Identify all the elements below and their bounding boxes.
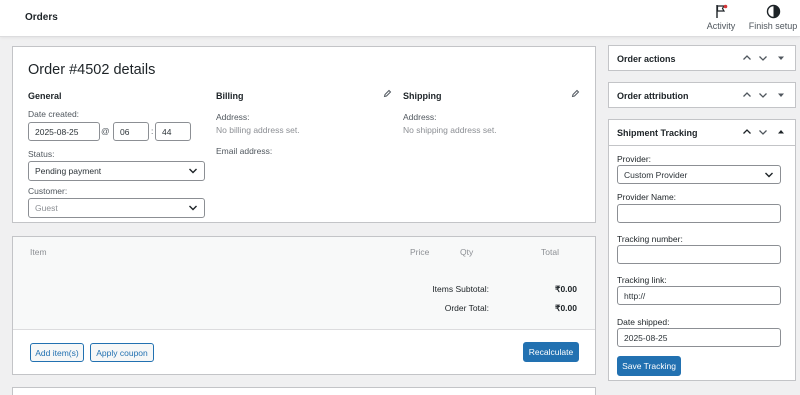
move-up-icon[interactable] [741, 126, 753, 138]
column-price: Price [410, 247, 430, 257]
status-select[interactable]: Pending payment [28, 161, 205, 181]
add-items-button[interactable]: Add item(s) [30, 343, 84, 362]
move-down-icon[interactable] [757, 89, 769, 101]
date-shipped-input[interactable]: 2025-08-25 [617, 328, 781, 347]
flag-icon [716, 4, 728, 18]
chevron-down-icon [189, 168, 197, 174]
shipment-tracking-box: Shipment Tracking Provider: Custom Provi… [608, 119, 796, 381]
customer-select[interactable]: Guest [28, 198, 205, 218]
billing-address-label: Address: [216, 112, 250, 122]
order-total-value: ₹0.00 [555, 303, 577, 313]
hour-input[interactable]: 06 [113, 122, 149, 141]
chevron-down-icon [765, 172, 773, 177]
time-colon: : [151, 126, 154, 136]
move-down-icon[interactable] [757, 52, 769, 64]
page-title: Orders [25, 12, 58, 23]
tracking-number-label: Tracking number: [617, 234, 683, 244]
order-heading: Order #4502 details [28, 62, 156, 78]
finish-setup-button[interactable]: Finish setup [748, 4, 798, 31]
minute-input[interactable]: 44 [155, 122, 191, 141]
date-created-input[interactable]: 2025-08-25 [28, 122, 100, 141]
tracking-link-label: Tracking link: [617, 275, 667, 285]
toggle-triangle-down-icon[interactable] [775, 52, 787, 64]
column-total: Total [541, 247, 559, 257]
progress-ring-icon [766, 4, 780, 19]
order-attribution-box[interactable]: Order attribution [608, 82, 796, 108]
billing-heading: Billing [216, 91, 244, 101]
column-qty: Qty [460, 247, 474, 257]
provider-name-label: Provider Name: [617, 192, 677, 202]
order-attribution-title: Order attribution [617, 91, 689, 101]
activity-button[interactable]: Activity [702, 4, 740, 31]
shipping-heading: Shipping [403, 91, 442, 101]
customer-label: Customer: [28, 186, 68, 196]
general-heading: General [28, 91, 62, 101]
toggle-triangle-up-icon[interactable] [775, 126, 787, 138]
toggle-triangle-down-icon[interactable] [775, 89, 787, 101]
divider [13, 329, 595, 330]
provider-name-input[interactable] [617, 204, 781, 223]
order-items-panel: Item Price Qty Total Items Subtotal: ₹0.… [12, 236, 596, 375]
order-total-label: Order Total: [444, 303, 489, 313]
move-up-icon[interactable] [741, 52, 753, 64]
activity-label: Activity [706, 21, 736, 31]
apply-coupon-button[interactable]: Apply coupon [90, 343, 154, 362]
finish-setup-label: Finish setup [748, 21, 798, 31]
top-bar: Orders Activity Finish setup [0, 0, 800, 37]
date-created-label: Date created: [28, 109, 80, 119]
tracking-number-input[interactable] [617, 245, 781, 264]
billing-email-label: Email address: [216, 146, 273, 156]
shipping-address-label: Address: [403, 112, 437, 122]
edit-billing-pencil-icon[interactable] [383, 89, 392, 98]
billing-address-value: No billing address set. [216, 125, 300, 135]
items-table-area [13, 237, 595, 329]
date-shipped-label: Date shipped: [617, 317, 670, 327]
status-label: Status: [28, 149, 55, 159]
order-details-panel: Order #4502 details General Date created… [12, 46, 596, 223]
shipping-address-value: No shipping address set. [403, 125, 497, 135]
at-symbol: @ [101, 126, 110, 136]
move-up-icon[interactable] [741, 89, 753, 101]
edit-shipping-pencil-icon[interactable] [571, 89, 580, 98]
items-subtotal-value: ₹0.00 [555, 284, 577, 294]
order-actions-box[interactable]: Order actions [608, 45, 796, 71]
provider-label: Provider: [617, 154, 652, 164]
recalculate-button[interactable]: Recalculate [523, 342, 579, 362]
move-down-icon[interactable] [757, 126, 769, 138]
order-actions-title: Order actions [617, 54, 676, 64]
provider-select[interactable]: Custom Provider [617, 165, 781, 184]
column-item: Item [30, 247, 47, 257]
save-tracking-button[interactable]: Save Tracking [617, 356, 681, 376]
tracking-link-input[interactable]: http:// [617, 286, 781, 305]
shipment-tracking-title: Shipment Tracking [617, 128, 698, 138]
next-panel [12, 387, 596, 395]
items-subtotal-label: Items Subtotal: [432, 284, 489, 294]
chevron-down-icon [189, 205, 197, 211]
